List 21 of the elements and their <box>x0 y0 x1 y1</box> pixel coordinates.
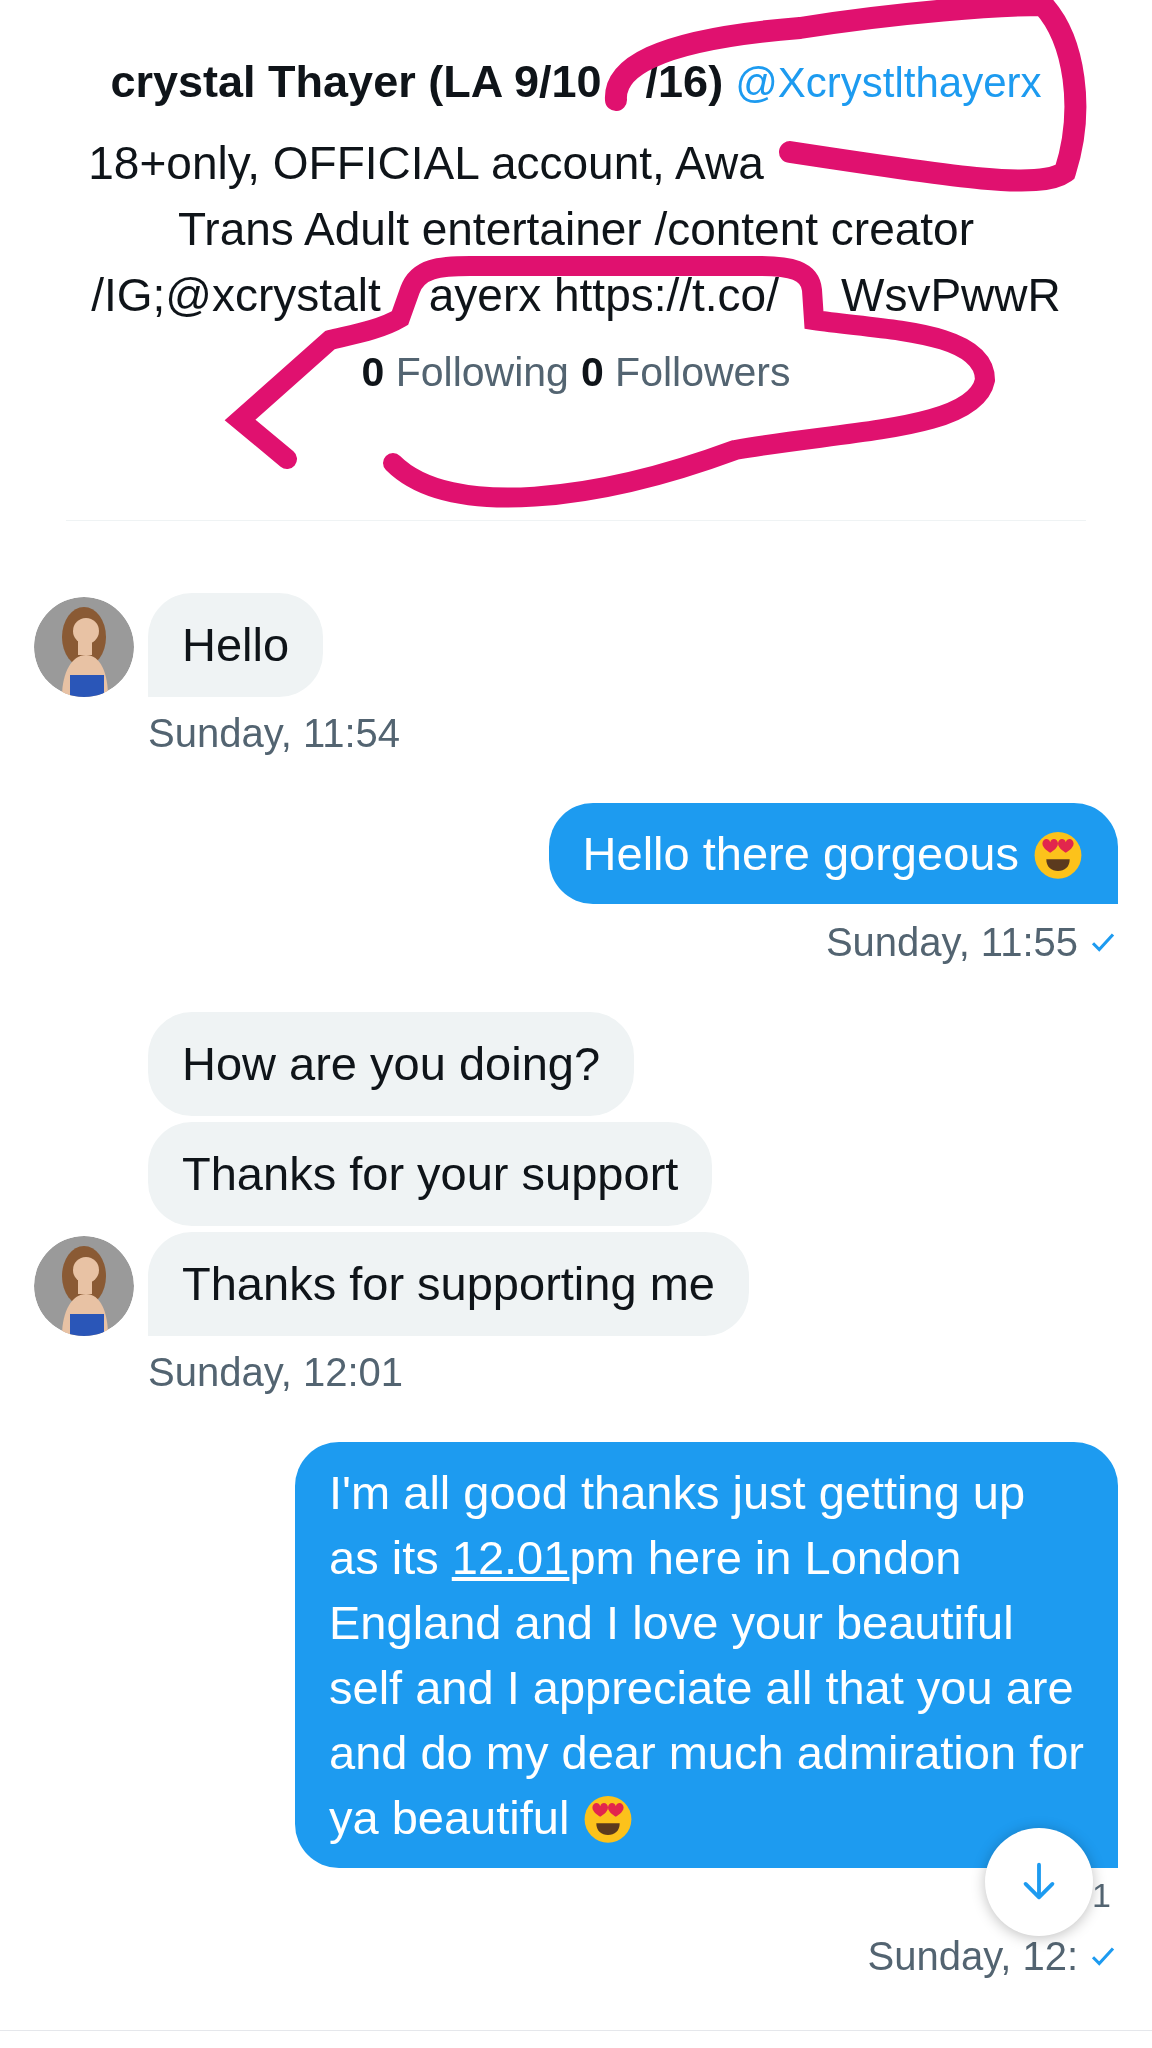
profile-bio-text: 18+only, OFFICIAL account, Awa <box>88 137 764 189</box>
scroll-down-button[interactable] <box>985 1828 1093 1936</box>
message-time: Sunday, 11:54 <box>148 709 401 757</box>
message-time: Sunday, 11:55 <box>825 918 1078 966</box>
message-time: Sunday, 12: <box>867 1932 1078 1980</box>
received-message: How are you doing? <box>148 1011 635 1116</box>
following-count[interactable]: 0 Following <box>361 342 569 404</box>
followers-count[interactable]: 0 Followers <box>580 342 791 404</box>
profile-bio-text: Trans Adult entertainer /content creator <box>177 203 974 255</box>
received-message: Thanks for your support <box>148 1121 713 1226</box>
profile-bio-text: ayerx https://t.co/ <box>428 269 779 321</box>
unread-count: 1 <box>1092 1875 1111 1916</box>
profile-bio-text: WsvPwwR <box>841 269 1061 321</box>
message-time: Sunday, 12:01 <box>148 1348 404 1396</box>
received-message: Hello <box>148 592 324 697</box>
sent-message: I'm all good thanks just getting up as its 12.01pm here in London England and I love your beautiful self and I appreciate all that you are and do my dear much admiration for ya beautiful <box>295 1441 1118 1868</box>
profile-name: /16) <box>645 56 724 107</box>
profile-name: crystal Thayer (LA 9/10 <box>110 56 602 107</box>
sent-message: Hello there gorgeous <box>548 802 1118 904</box>
received-message: Thanks for supporting me <box>148 1231 749 1336</box>
profile-bio-text: /IG;@xcrystalt <box>91 269 381 321</box>
